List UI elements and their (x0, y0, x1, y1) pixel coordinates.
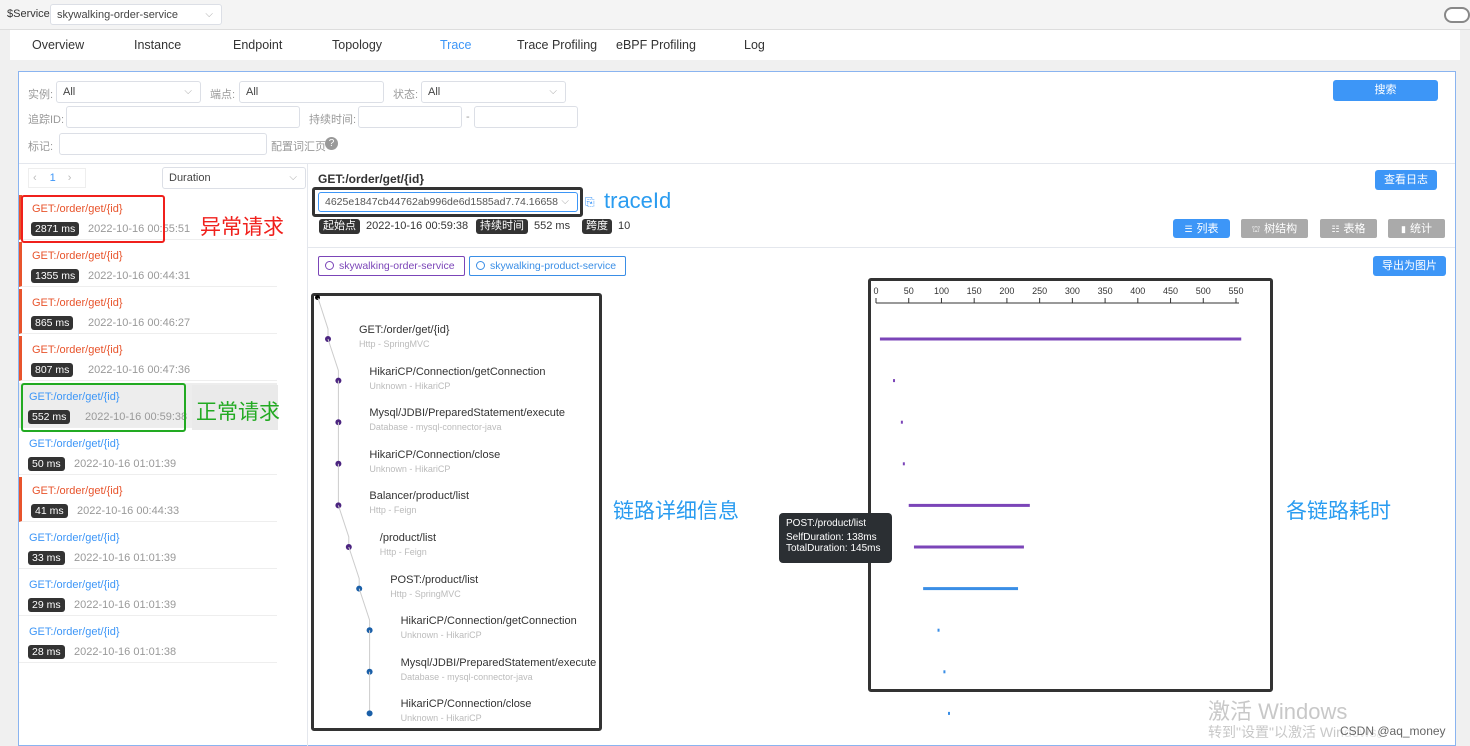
span-duration-bar[interactable] (913, 545, 1024, 549)
axis-tick-label: 450 (1163, 286, 1179, 296)
tree-link (348, 546, 360, 589)
span-duration-bar[interactable] (902, 462, 905, 466)
annotation-abnormal: 异常请求 (200, 216, 284, 239)
span-name: Balancer/product/list (369, 490, 470, 503)
tooltip-self-duration: SelfDuration: 138ms (786, 532, 877, 543)
axis-tick-label: 100 (933, 286, 949, 296)
span-duration-bar[interactable] (879, 337, 1242, 341)
span-label[interactable]: Mysql/JDBI/PreparedStatement/execute Data… (369, 407, 565, 432)
span-duration-bar[interactable] (900, 420, 903, 424)
span-type: Http - SpringMVC (390, 588, 461, 599)
axis-tick-label: 550 (1228, 286, 1244, 296)
tree-link (358, 588, 371, 631)
annotation-detail: 链路详细信息 (613, 500, 739, 523)
span-name: HikariCP/Connection/close (400, 698, 532, 711)
span-name: HikariCP/Connection/getConnection (369, 365, 546, 378)
span-type: Unknown - HikariCP (400, 713, 482, 724)
axis-tick-label: 500 (1195, 286, 1211, 296)
span-name: POST:/product/list (390, 573, 479, 586)
axis-tick-label: 400 (1130, 286, 1146, 296)
axis-tick-label: 50 (903, 286, 914, 296)
trace-svg (317, 297, 1242, 717)
span-name: HikariCP/Connection/close (369, 448, 501, 461)
axis-tick-label: 200 (999, 286, 1015, 296)
annotation-normal: 正常请求 (196, 401, 280, 424)
span-label[interactable]: HikariCP/Connection/close Unknown - Hikar… (369, 449, 500, 474)
span-label[interactable]: /product/list Http - Feign (380, 532, 436, 557)
span-label[interactable]: GET:/order/get/{id} Http - SpringMVC (359, 324, 450, 349)
axis-tick-label: 0 (873, 286, 879, 296)
axis-tick-label: 250 (1032, 286, 1048, 296)
span-type: Database - mysql-connector-java (400, 671, 533, 682)
csdn-watermark: CSDN @aq_money (1340, 724, 1446, 738)
span-label[interactable]: Balancer/product/list Http - Feign (369, 490, 469, 515)
span-tooltip: POST:/product/list SelfDuration: 138ms T… (779, 513, 892, 563)
span-duration-bar[interactable] (948, 711, 950, 715)
span-duration-bar[interactable] (908, 503, 1030, 507)
span-label[interactable]: HikariCP/Connection/getConnection Unknown… (369, 366, 545, 391)
span-name: Mysql/JDBI/PreparedStatement/execute (369, 407, 566, 420)
span-type: Unknown - HikariCP (400, 630, 482, 641)
span-duration-bar[interactable] (893, 379, 896, 383)
span-type: Unknown - HikariCP (369, 463, 451, 474)
tree-link (337, 505, 350, 547)
annotation-timing: 各链路耗时 (1286, 500, 1391, 523)
tooltip-title: POST:/product/list (786, 518, 867, 529)
normal-highlight-box (21, 383, 186, 432)
span-label[interactable]: Mysql/JDBI/PreparedStatement/execute Data… (401, 657, 597, 682)
span-name: HikariCP/Connection/getConnection (400, 615, 577, 628)
tree-link (317, 297, 329, 339)
axis-tick-label: 300 (1064, 286, 1080, 296)
span-node[interactable] (366, 710, 373, 717)
span-type: Http - Feign (369, 505, 417, 516)
span-type: Http - SpringMVC (359, 339, 430, 349)
span-type: Unknown - HikariCP (369, 380, 451, 391)
span-name: GET:/order/get/{id} (359, 324, 450, 336)
span-label[interactable]: HikariCP/Connection/getConnection Unknown… (401, 615, 577, 640)
axis-tick-label: 350 (1097, 286, 1113, 296)
span-type: Database - mysql-connector-java (369, 422, 502, 433)
span-name: Mysql/JDBI/PreparedStatement/execute (400, 656, 597, 669)
span-duration-bar[interactable] (937, 628, 940, 632)
tree-link (327, 338, 339, 381)
span-duration-bar[interactable] (923, 587, 1019, 591)
span-label[interactable]: POST:/product/list Http - SpringMVC (390, 574, 478, 599)
span-type: Http - Feign (379, 547, 427, 557)
abnormal-highlight-box (21, 195, 165, 243)
axis-tick-label: 150 (966, 286, 982, 296)
tooltip-total-duration: TotalDuration: 145ms (786, 543, 881, 554)
span-name: /product/list (379, 532, 437, 544)
span-duration-bar[interactable] (943, 670, 946, 674)
span-label[interactable]: HikariCP/Connection/close Unknown - Hikar… (401, 698, 532, 723)
